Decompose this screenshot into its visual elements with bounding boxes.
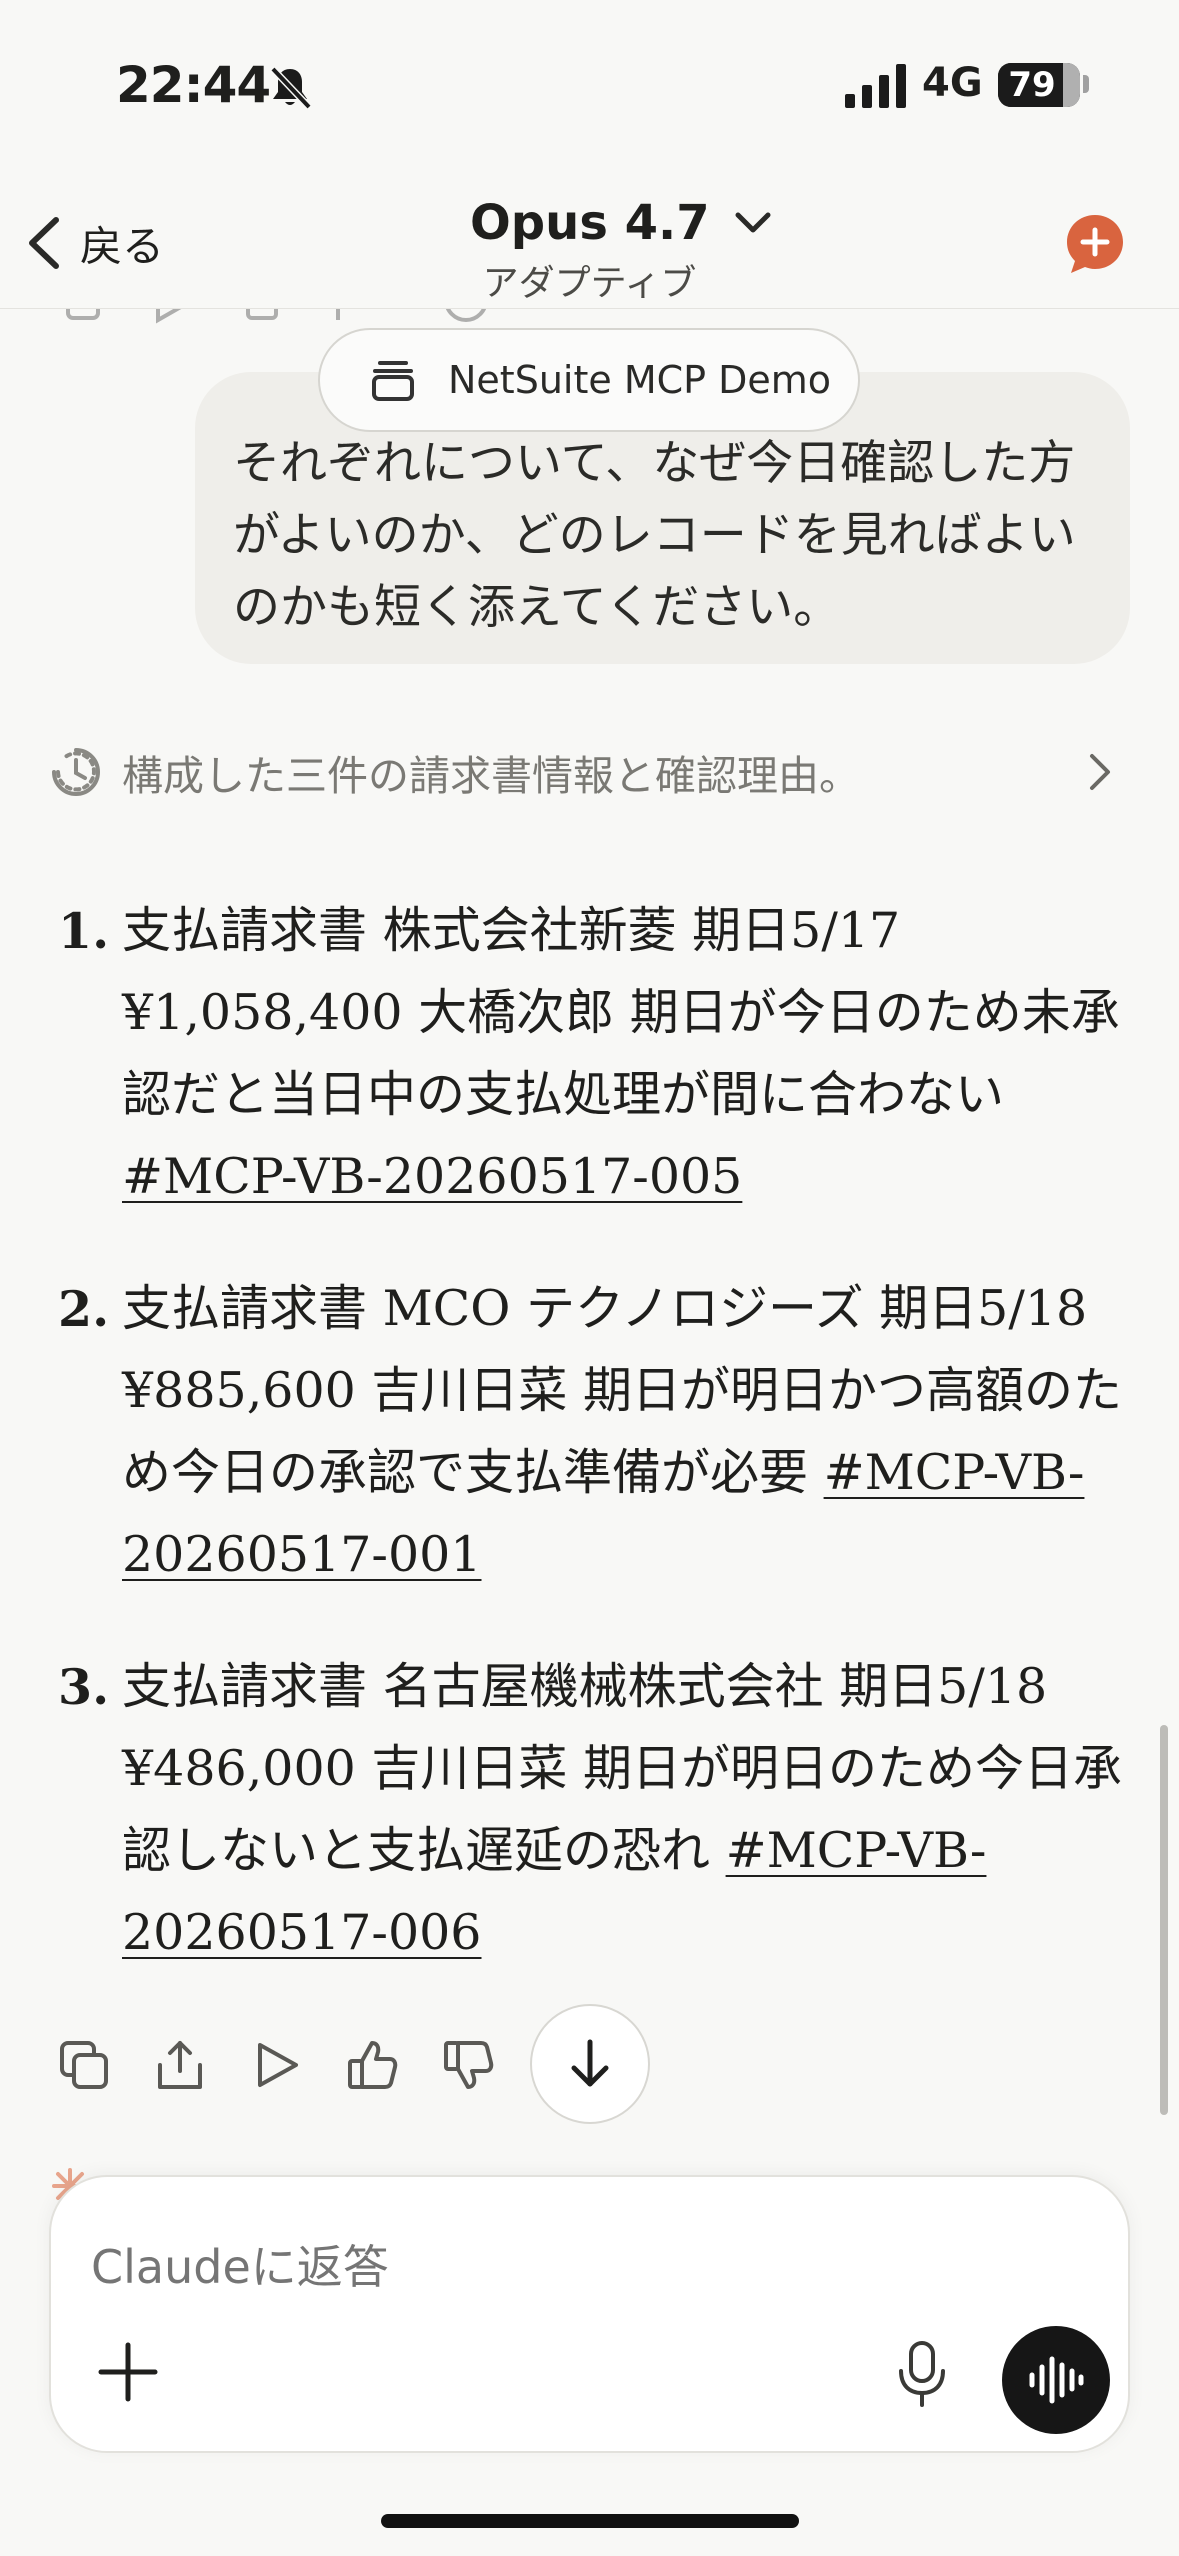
- battery-cap: [1083, 75, 1089, 93]
- play-icon[interactable]: [250, 2039, 302, 2091]
- copy-icon[interactable]: [58, 2039, 110, 2091]
- thinking-summary[interactable]: 構成した三件の請求書情報と確認理由。: [48, 732, 1128, 812]
- new-chat-icon[interactable]: [1063, 212, 1127, 276]
- waveform-icon: [1029, 2356, 1084, 2404]
- plus-icon[interactable]: [93, 2337, 163, 2407]
- list-item-text: 支払請求書 名古屋機械株式会社 期日5/18 ¥486,000 吉川日菜 期日が…: [122, 1646, 1134, 1974]
- nav-bar: 戻る Opus 4.7 アダプティブ: [0, 170, 1179, 309]
- network-type: 4G: [922, 60, 983, 106]
- list-number: 2.: [58, 1280, 110, 1338]
- list-item-text: 支払請求書 MCO テクノロジーズ 期日5/18 ¥885,600 吉川日菜 期…: [122, 1268, 1134, 1596]
- bell-slash-icon: [270, 66, 312, 110]
- share-icon[interactable]: [154, 2039, 206, 2091]
- model-selector[interactable]: Opus 4.7: [470, 188, 774, 258]
- project-chip[interactable]: NetSuite MCP Demo: [318, 328, 860, 432]
- message-action-bar: [58, 2030, 538, 2100]
- project-name: NetSuite MCP Demo: [448, 358, 832, 402]
- list-item: 2. 支払請求書 MCO テクノロジーズ 期日5/18 ¥885,600 吉川日…: [58, 1268, 1138, 1596]
- home-indicator[interactable]: [381, 2514, 799, 2528]
- list-item: 1. 支払請求書 株式会社新菱 期日5/17 ¥1,058,400 大橋次郎 期…: [58, 890, 1138, 1218]
- status-time: 22:44: [116, 56, 271, 114]
- composer: [49, 2175, 1130, 2453]
- voice-mode-button[interactable]: [1002, 2326, 1110, 2434]
- battery-percent: 79: [1008, 65, 1056, 105]
- thinking-summary-text: 構成した三件の請求書情報と確認理由。: [122, 752, 860, 800]
- signal-bars-icon: [845, 64, 906, 108]
- thumbs-up-icon[interactable]: [346, 2039, 398, 2091]
- microphone-icon[interactable]: [889, 2339, 955, 2409]
- reply-input[interactable]: [89, 2231, 873, 2303]
- list-item-text: 支払請求書 株式会社新菱 期日5/17 ¥1,058,400 大橋次郎 期日が今…: [122, 890, 1134, 1218]
- record-link[interactable]: #MCP-VB-20260517-005: [122, 1148, 742, 1205]
- scrollbar-thumb[interactable]: [1160, 1725, 1168, 2115]
- status-bar: 22:44 4G 79: [0, 0, 1179, 170]
- archive-icon: [372, 361, 414, 401]
- list-item: 3. 支払請求書 名古屋機械株式会社 期日5/18 ¥486,000 吉川日菜 …: [58, 1646, 1138, 1974]
- chevron-down-icon: [735, 212, 771, 233]
- conversation-scroll[interactable]: NetSuite MCP Demo それぞれについて、なぜ今日確認した方がよいの…: [0, 308, 1179, 2138]
- list-number: 1.: [58, 902, 110, 960]
- chevron-right-icon: [1090, 754, 1110, 790]
- assistant-answer-list: 1. 支払請求書 株式会社新菱 期日5/17 ¥1,058,400 大橋次郎 期…: [58, 890, 1138, 2024]
- history-clock-icon: [52, 748, 100, 796]
- mode-label: アダプティブ: [482, 263, 697, 304]
- scroll-to-bottom-button[interactable]: [530, 2004, 650, 2124]
- arrow-down-icon: [571, 2039, 609, 2087]
- thumbs-down-icon[interactable]: [442, 2039, 494, 2091]
- model-name: Opus 4.7: [470, 195, 710, 251]
- list-item-body: 支払請求書 株式会社新菱 期日5/17 ¥1,058,400 大橋次郎 期日が今…: [122, 902, 1120, 1123]
- battery-indicator: 79: [998, 63, 1080, 107]
- list-number: 3.: [58, 1658, 110, 1716]
